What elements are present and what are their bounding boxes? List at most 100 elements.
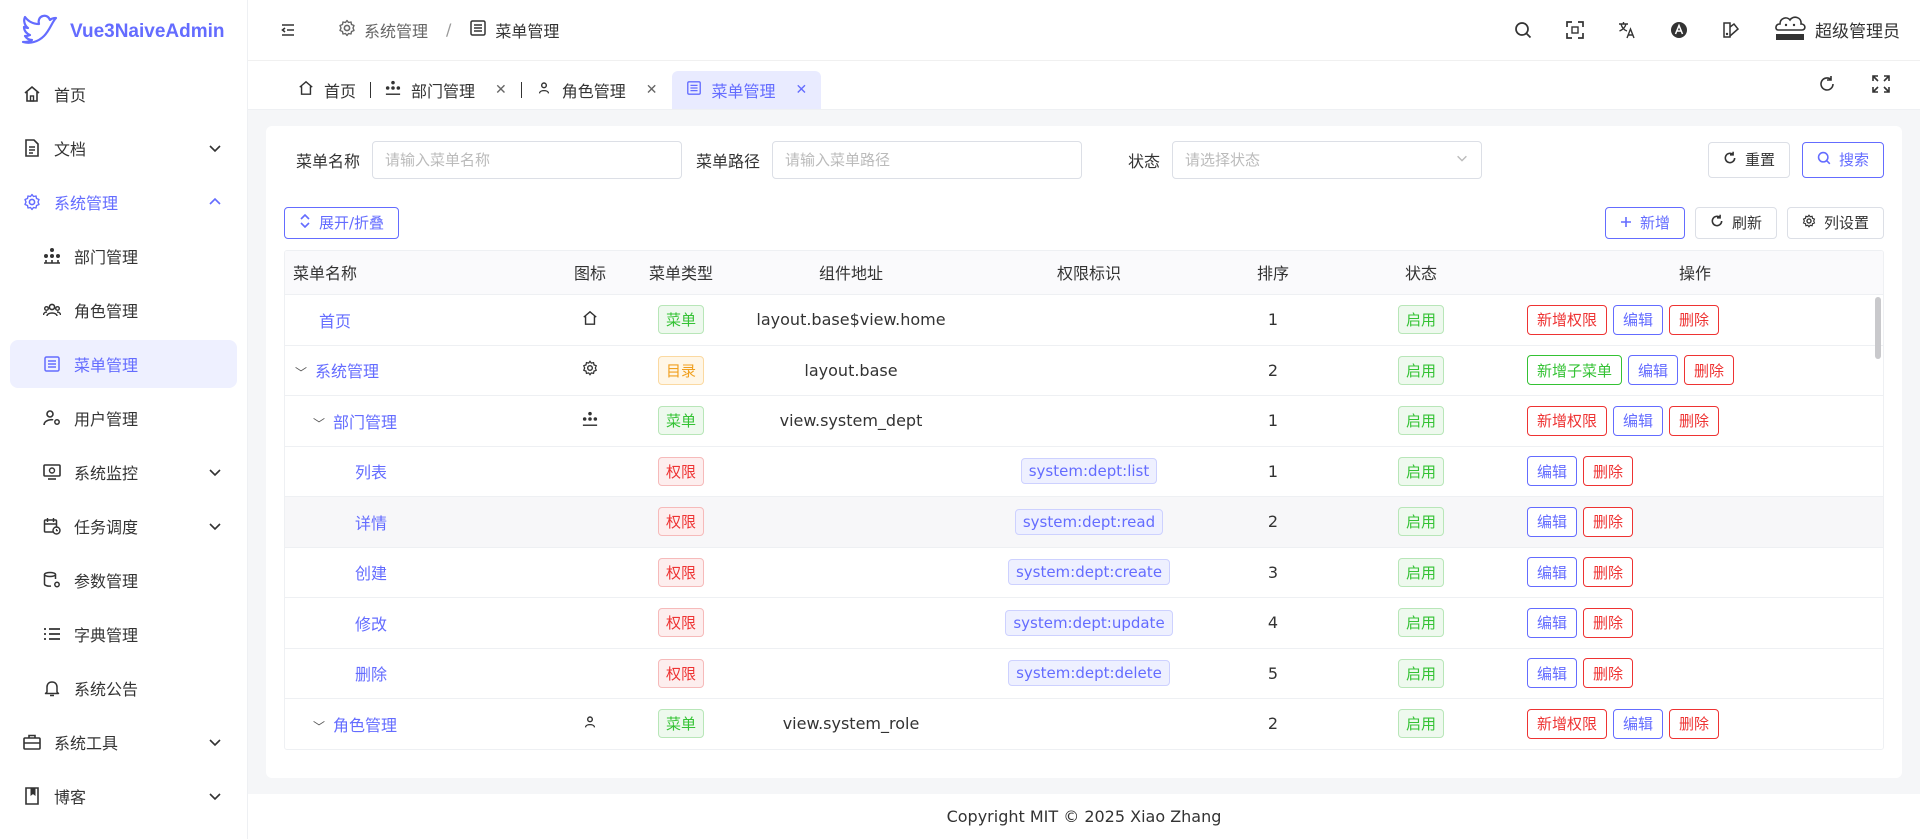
menu-name[interactable]: 修改 bbox=[355, 615, 387, 634]
menu-name-cell[interactable]: 详情 bbox=[285, 496, 553, 548]
delete-button[interactable]: 删除 bbox=[1669, 304, 1720, 335]
edit-button[interactable]: 编辑 bbox=[1527, 658, 1578, 689]
close-icon[interactable]: ✕ bbox=[495, 82, 507, 98]
collapse-sidebar-icon[interactable] bbox=[278, 20, 298, 40]
menu-name-input[interactable]: 请输入菜单名称 bbox=[372, 140, 683, 179]
menu-name-cell[interactable]: ﹀ 系统管理 bbox=[285, 345, 553, 397]
sidebar-item-schedule[interactable]: 任务调度 bbox=[10, 502, 237, 550]
chevron-down-icon[interactable]: ﹀ bbox=[313, 415, 327, 432]
delete-button[interactable]: 删除 bbox=[1583, 456, 1634, 487]
close-icon[interactable]: ✕ bbox=[796, 82, 808, 98]
edit-button[interactable]: 编辑 bbox=[1527, 506, 1578, 537]
sidebar-item-docs[interactable]: 文档 bbox=[10, 124, 237, 172]
refresh-button[interactable]: 刷新 bbox=[1694, 206, 1777, 239]
delete-button[interactable]: 删除 bbox=[1669, 708, 1720, 739]
edit-button[interactable]: 编辑 bbox=[1527, 456, 1578, 487]
breadcrumb-item-system[interactable]: 系统管理 bbox=[364, 18, 428, 42]
sidebar-item-system[interactable]: 系统管理 bbox=[10, 178, 237, 226]
menu-name-cell[interactable]: ﹀ 角色管理 bbox=[285, 698, 553, 749]
tab-role[interactable]: 角色管理 ✕ bbox=[522, 71, 672, 109]
menu-name[interactable]: 详情 bbox=[355, 514, 387, 533]
column-header[interactable]: 菜单类型 bbox=[627, 250, 735, 296]
menu-name-cell[interactable]: 删除 bbox=[285, 648, 553, 700]
menu-name-cell[interactable]: 列表 bbox=[285, 446, 553, 498]
user-menu[interactable]: 超级管理员 bbox=[1773, 12, 1900, 47]
chevron-down-icon[interactable]: ﹀ bbox=[313, 718, 327, 735]
sidebar-item-tools[interactable]: 系统工具 bbox=[10, 718, 237, 766]
tab-dept[interactable]: 部门管理 ✕ bbox=[371, 71, 521, 109]
delete-button[interactable]: 删除 bbox=[1583, 607, 1634, 638]
add-permission-button[interactable]: 新增权限 bbox=[1527, 405, 1608, 436]
logo[interactable]: Vue3NaiveAdmin bbox=[0, 0, 247, 64]
chevron-down-icon[interactable]: ﹀ bbox=[295, 364, 309, 381]
search-button[interactable]: 搜索 bbox=[1801, 141, 1884, 178]
delete-button[interactable]: 删除 bbox=[1684, 355, 1735, 386]
reload-icon[interactable] bbox=[1818, 75, 1836, 97]
breadcrumb-item-menu[interactable]: 菜单管理 bbox=[495, 18, 559, 42]
actions-cell: 编辑 删除 bbox=[1507, 446, 1883, 498]
type-cell: 权限 bbox=[627, 648, 735, 700]
menu-name[interactable]: 部门管理 bbox=[333, 413, 397, 432]
org-icon bbox=[385, 80, 401, 100]
delete-button[interactable]: 删除 bbox=[1583, 658, 1634, 689]
add-submenu-button[interactable]: 新增子菜单 bbox=[1527, 355, 1623, 386]
search-icon[interactable] bbox=[1513, 20, 1533, 40]
menu-name-cell[interactable]: 创建 bbox=[285, 547, 553, 599]
sidebar-item-blog[interactable]: 博客 bbox=[10, 772, 237, 820]
delete-button[interactable]: 删除 bbox=[1669, 405, 1720, 436]
edit-button[interactable]: 编辑 bbox=[1527, 557, 1578, 588]
list-icon bbox=[42, 624, 62, 644]
column-header[interactable]: 状态 bbox=[1335, 250, 1507, 296]
menu-name[interactable]: 列表 bbox=[355, 463, 387, 482]
column-settings-button[interactable]: 列设置 bbox=[1786, 206, 1884, 239]
fullscreen-icon[interactable] bbox=[1565, 20, 1585, 40]
menu-name[interactable]: 系统管理 bbox=[315, 362, 379, 381]
reset-button[interactable]: 重置 bbox=[1707, 141, 1790, 178]
sidebar-item-dept[interactable]: 部门管理 bbox=[10, 232, 237, 280]
edit-button[interactable]: 编辑 bbox=[1527, 607, 1578, 638]
theme-a-icon[interactable] bbox=[1669, 20, 1689, 40]
menu-name-cell[interactable]: ﹀ 部门管理 bbox=[285, 395, 553, 447]
delete-button[interactable]: 删除 bbox=[1583, 557, 1634, 588]
edit-button[interactable]: 编辑 bbox=[1613, 304, 1664, 335]
tab-home[interactable]: 首页 bbox=[284, 71, 370, 109]
table-scrollbar[interactable] bbox=[1875, 296, 1881, 359]
sidebar-item-params[interactable]: 参数管理 bbox=[10, 556, 237, 604]
add-permission-button[interactable]: 新增权限 bbox=[1527, 708, 1608, 739]
sidebar-item-home[interactable]: 首页 bbox=[10, 70, 237, 118]
column-header[interactable]: 菜单名称 bbox=[285, 250, 553, 296]
sidebar-item-user[interactable]: 用户管理 bbox=[10, 394, 237, 442]
close-icon[interactable]: ✕ bbox=[646, 82, 658, 98]
column-header[interactable]: 图标 bbox=[553, 250, 627, 296]
delete-button[interactable]: 删除 bbox=[1583, 506, 1634, 537]
sidebar-item-role[interactable]: 角色管理 bbox=[10, 286, 237, 334]
edit-button[interactable]: 编辑 bbox=[1628, 355, 1679, 386]
maximize-icon[interactable] bbox=[1872, 74, 1890, 97]
menu-name[interactable]: 角色管理 bbox=[333, 716, 397, 735]
sidebar-item-menu[interactable]: 菜单管理 bbox=[10, 340, 237, 388]
add-button[interactable]: 新增 bbox=[1604, 206, 1685, 239]
column-header[interactable]: 操作 bbox=[1507, 250, 1883, 296]
menu-path-input[interactable]: 请输入菜单路径 bbox=[772, 140, 1083, 179]
sidebar-item-notice[interactable]: 系统公告 bbox=[10, 664, 237, 712]
edit-button[interactable]: 编辑 bbox=[1613, 708, 1664, 739]
sidebar-item-monitor[interactable]: 系统监控 bbox=[10, 448, 237, 496]
actions-cell: 新增权限 编辑 删除 bbox=[1507, 294, 1883, 346]
translate-icon[interactable] bbox=[1617, 20, 1637, 40]
sidebar-item-dict[interactable]: 字典管理 bbox=[10, 610, 237, 658]
column-header[interactable]: 排序 bbox=[1211, 250, 1335, 296]
column-header[interactable]: 组件地址 bbox=[735, 250, 967, 296]
status-select[interactable]: 请选择状态 bbox=[1172, 140, 1483, 179]
column-header[interactable]: 权限标识 bbox=[967, 250, 1211, 296]
menu-name-cell[interactable]: 修改 bbox=[285, 597, 553, 649]
color-swatch-icon[interactable] bbox=[1721, 20, 1741, 40]
tab-menu[interactable]: 菜单管理 ✕ bbox=[671, 70, 822, 109]
menu-name-cell[interactable]: 首页 bbox=[285, 294, 553, 346]
menu-name[interactable]: 创建 bbox=[355, 564, 387, 583]
edit-button[interactable]: 编辑 bbox=[1613, 405, 1664, 436]
add-permission-button[interactable]: 新增权限 bbox=[1527, 304, 1608, 335]
button-label: 刷新 bbox=[1731, 214, 1762, 233]
menu-name[interactable]: 删除 bbox=[355, 665, 387, 684]
menu-name[interactable]: 首页 bbox=[319, 312, 351, 331]
expand-collapse-button[interactable]: 展开/折叠 bbox=[284, 206, 400, 239]
